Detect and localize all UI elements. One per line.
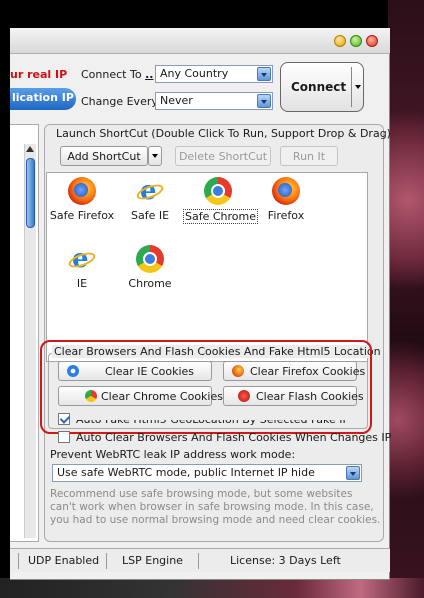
connect-to-link[interactable]: .. xyxy=(145,68,153,81)
minimize-button[interactable] xyxy=(334,35,346,47)
application-ip-button[interactable]: lication IP xyxy=(10,88,76,110)
shortcut-item[interactable]: e Safe IE xyxy=(115,177,185,222)
shortcut-item[interactable]: Chrome xyxy=(115,245,185,290)
dropdown-arrow-icon[interactable] xyxy=(355,85,361,89)
chrome-icon xyxy=(136,245,164,273)
status-bar: UDP Enabled LSP Engine License: 3 Days L… xyxy=(10,548,390,572)
close-button[interactable] xyxy=(366,35,378,47)
udp-status: UDP Enabled xyxy=(28,554,100,567)
launch-group-title: Launch ShortCut (Double Click To Run, Su… xyxy=(56,127,391,140)
chevron-down-icon[interactable] xyxy=(346,466,360,480)
firefox-icon xyxy=(272,177,300,205)
chevron-down-icon[interactable] xyxy=(257,94,271,108)
scroll-thumb[interactable] xyxy=(26,158,35,228)
delete-shortcut-button[interactable]: Delete ShortCut xyxy=(175,146,271,166)
connect-button[interactable]: Connect xyxy=(280,62,364,112)
run-it-button[interactable]: Run It xyxy=(280,146,338,166)
chevron-down-icon[interactable] xyxy=(257,67,271,81)
country-select[interactable]: Any Country xyxy=(155,65,273,83)
auto-clear-cookies-label: Auto Clear Browsers And Flash Cookies Wh… xyxy=(76,431,392,444)
shortcut-item[interactable]: Safe Firefox xyxy=(47,177,117,222)
license-status: License: 3 Days Left xyxy=(230,554,341,567)
connect-to-label: Connect To .. xyxy=(81,68,154,81)
vertical-scrollbar[interactable] xyxy=(24,144,36,538)
title-bar xyxy=(10,28,390,54)
auto-fake-geolocation-checkbox[interactable] xyxy=(58,413,70,425)
add-shortcut-button[interactable]: Add ShortCut xyxy=(60,146,148,166)
chrome-icon xyxy=(204,177,232,205)
desktop-background xyxy=(388,0,424,598)
shortcut-item[interactable]: e IE xyxy=(47,245,117,290)
engine-status: LSP Engine xyxy=(122,554,183,567)
chevron-down-icon xyxy=(152,154,158,158)
highlight-annotation xyxy=(40,340,372,434)
auto-clear-cookies-checkbox[interactable] xyxy=(58,431,70,443)
add-shortcut-dropdown[interactable] xyxy=(148,146,162,166)
webrtc-mode-label: Prevent WebRTC leak IP address work mode… xyxy=(50,448,296,461)
shortcut-list[interactable]: Safe Firefox e Safe IE Safe Chrome Firef… xyxy=(46,172,368,362)
maximize-button[interactable] xyxy=(350,35,362,47)
shortcut-item[interactable]: Firefox xyxy=(251,177,321,222)
ie-icon: e xyxy=(134,177,166,205)
change-every-select[interactable]: Never xyxy=(155,92,273,110)
desktop-background-bottom xyxy=(0,578,424,598)
scroll-up-icon[interactable] xyxy=(26,146,34,152)
firefox-icon xyxy=(68,177,96,205)
change-every-label: Change Every xyxy=(81,95,158,108)
shortcut-item[interactable]: Safe Chrome xyxy=(183,177,259,224)
webrtc-mode-select[interactable]: Use safe WebRTC mode, public Internet IP… xyxy=(52,464,362,482)
webrtc-note: Recommend use safe browsing mode, but so… xyxy=(50,488,381,526)
app-window: ur real IP Connect To .. Any Country lic… xyxy=(10,28,392,580)
real-ip-label: ur real IP xyxy=(10,68,68,81)
ie-icon: e xyxy=(66,245,98,273)
